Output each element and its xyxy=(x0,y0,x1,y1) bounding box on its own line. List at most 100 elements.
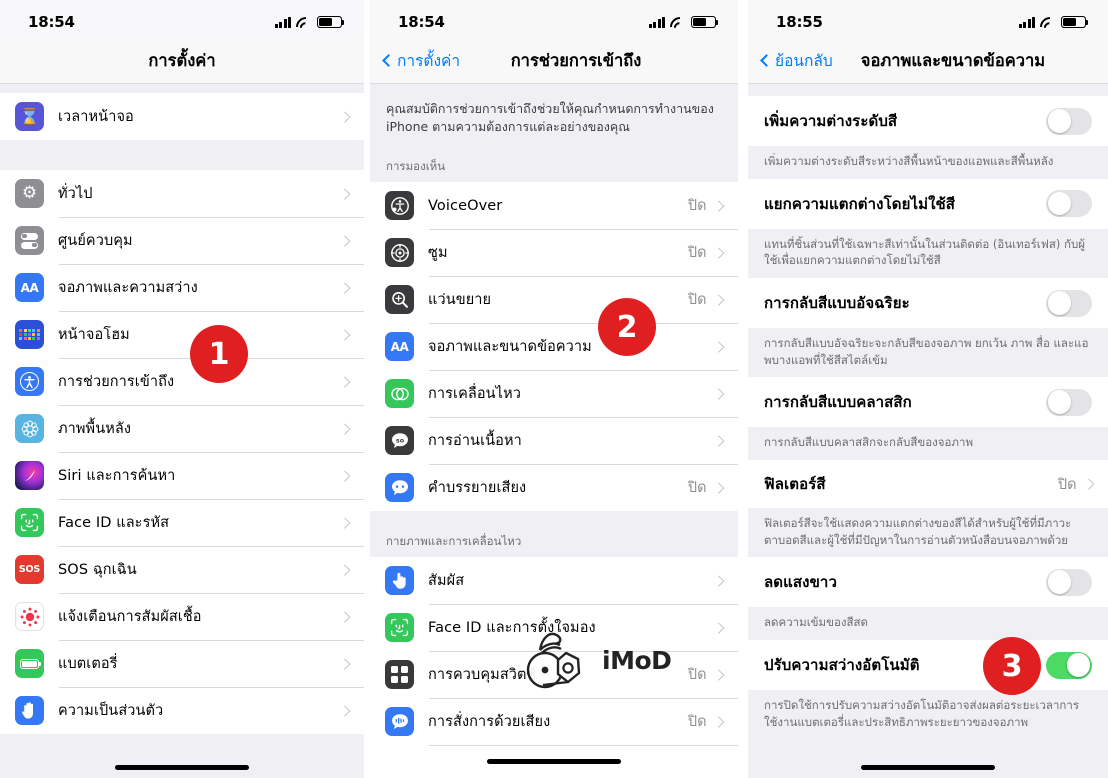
accessibility-icon xyxy=(15,367,44,396)
status-bar: 18:55 xyxy=(748,0,1108,38)
back-button[interactable]: การตั้งค่า xyxy=(382,48,461,73)
step-number: 1 xyxy=(208,336,230,372)
sidebar-item-battery[interactable]: แบตเตอรี่ xyxy=(0,640,364,687)
page-title: จอภาพและขนาดข้อความ xyxy=(860,50,1046,70)
sidebar-item-home-screen[interactable]: หน้าจอโฮม xyxy=(0,311,364,358)
setting-row-classic-invert[interactable]: การกลับสีแบบคลาสสิก xyxy=(748,377,1108,428)
battery-icon xyxy=(1061,16,1089,28)
status-time: 18:54 xyxy=(398,13,445,31)
setting-row-smart-invert[interactable]: การกลับสีแบบอัจฉริยะ xyxy=(748,278,1108,329)
row-value: ปิด xyxy=(687,198,707,215)
home-indicator[interactable] xyxy=(487,759,621,764)
row-value: ปิด xyxy=(687,245,707,262)
home-indicator[interactable] xyxy=(115,765,249,770)
nav-bar: ย้อนกลับ จอภาพและขนาดข้อความ xyxy=(748,38,1108,84)
audio-description-icon xyxy=(385,473,414,503)
row-label: ซูม xyxy=(428,245,448,262)
control-center-icon xyxy=(15,226,44,255)
list-item-zoom[interactable]: ซูม ปิด xyxy=(370,229,738,277)
sos-icon: SOS xyxy=(15,555,44,584)
sidebar-item-general[interactable]: ⚙ ทั่วไป xyxy=(0,170,364,217)
nav-bar: การตั้งค่า xyxy=(0,38,364,84)
setting-row-increase-contrast[interactable]: เพิ่มความต่างระดับสี xyxy=(748,96,1108,146)
spoken-content-icon: so xyxy=(385,426,414,456)
row-label: เพิ่มความต่างระดับสี xyxy=(764,112,898,130)
battery-icon xyxy=(317,16,345,28)
sidebar-item-siri-search[interactable]: Siri และการค้นหา xyxy=(0,452,364,499)
list-item-magnifier[interactable]: แว่นขยาย ปิด xyxy=(370,276,738,324)
sidebar-item-screen-time[interactable]: ⌛ เวลาหน้าจอ xyxy=(0,93,364,140)
voiceover-icon xyxy=(385,191,414,221)
sidebar-item-exposure-notifications[interactable]: แจ้งเตือนการสัมผัสเชื้อ xyxy=(0,593,364,640)
sidebar-item-emergency-sos[interactable]: SOS SOS ฉุกเฉิน xyxy=(0,546,364,593)
sidebar-item-wallpaper[interactable]: ภาพพื้นหลัง xyxy=(0,405,364,452)
list-item-voice-control[interactable]: การสั่งการด้วยเสียง ปิด xyxy=(370,698,738,746)
chevron-right-icon xyxy=(338,517,350,528)
sidebar-item-accessibility[interactable]: การช่วยการเข้าถึง xyxy=(0,358,364,405)
chevron-right-icon xyxy=(338,329,350,340)
toggle-classic-invert[interactable] xyxy=(1046,388,1092,416)
chevron-right-icon xyxy=(712,669,724,681)
home-indicator-area xyxy=(0,750,364,778)
section-vision: VoiceOver ปิด ซูม ปิด แว่นขยาย ปิด AA จอ… xyxy=(370,182,738,512)
back-button-label: การตั้งค่า xyxy=(397,52,461,70)
chevron-right-icon xyxy=(712,482,724,494)
sidebar-item-display-brightness[interactable]: AA จอภาพและความสว่าง xyxy=(0,264,364,311)
chevron-right-icon xyxy=(712,341,724,353)
siri-icon xyxy=(15,461,44,490)
row-label: เวลาหน้าจอ xyxy=(58,109,134,125)
list-item-voiceover[interactable]: VoiceOver ปิด xyxy=(370,182,738,230)
hourglass-icon: ⌛ xyxy=(15,102,44,131)
phone-panel-display-text-size: 18:55 ย้อนกลับ จอภาพและขนาดข้อความ เพิ่ม… xyxy=(748,0,1108,778)
battery-settings-icon xyxy=(15,649,44,678)
status-bar: 18:54 xyxy=(370,0,738,38)
row-label: แจ้งเตือนการสัมผัสเชื้อ xyxy=(58,609,202,625)
cellular-signal-icon xyxy=(648,16,665,28)
list-item-spoken-content[interactable]: so การอ่านเนื้อหา xyxy=(370,417,738,465)
list-item-motion[interactable]: การเคลื่อนไหว xyxy=(370,370,738,418)
home-indicator-area xyxy=(370,750,738,778)
list-item-touch[interactable]: สัมผัส xyxy=(370,557,738,605)
toggle-auto-brightness[interactable] xyxy=(1046,651,1092,679)
sidebar-item-face-id-passcode[interactable]: Face ID และรหัส xyxy=(0,499,364,546)
sidebar-item-privacy[interactable]: ความเป็นส่วนตัว xyxy=(0,687,364,734)
setting-row-auto-brightness[interactable]: ปรับความสว่างอัตโนมัติ xyxy=(748,640,1108,691)
sidebar-item-control-center[interactable]: ศูนย์ควบคุม xyxy=(0,217,364,264)
back-button[interactable]: ย้อนกลับ xyxy=(760,48,833,73)
setting-row-color-filters[interactable]: ฟิลเตอร์สี ปิด xyxy=(748,460,1108,509)
home-indicator[interactable] xyxy=(861,765,995,770)
setting-note: แทนที่ชิ้นส่วนที่ใช้เฉพาะสีเท่านั้นในส่ว… xyxy=(748,228,1108,279)
chevron-right-icon xyxy=(712,294,724,306)
row-value: ปิด xyxy=(1057,476,1077,493)
privacy-hand-icon xyxy=(15,696,44,725)
home-screen-icon xyxy=(15,320,44,349)
chevron-right-icon xyxy=(338,111,350,122)
setting-row-reduce-white-point[interactable]: ลดแสงขาว xyxy=(748,557,1108,608)
settings-list[interactable]: ⌛ เวลาหน้าจอ ⚙ ทั่วไป ศูนย์ควบคุม AA จอภ… xyxy=(0,84,364,778)
chevron-right-icon xyxy=(338,658,350,669)
toggle-increase-contrast[interactable] xyxy=(1046,107,1092,135)
app-grid-dots xyxy=(19,328,40,341)
imod-watermark: iMoD xyxy=(518,622,672,698)
setting-note: ฟิลเตอร์สีจะใช้แสดงความแตกต่างของสีได้สำ… xyxy=(748,508,1108,558)
list-item-audio-description[interactable]: คำบรรยายเสียง ปิด xyxy=(370,464,738,512)
list-item-display-text-size[interactable]: AA จอภาพและขนาดข้อความ xyxy=(370,323,738,371)
chevron-right-icon xyxy=(338,282,350,293)
toggle-differentiate-without-color[interactable] xyxy=(1046,190,1092,218)
row-label: ความเป็นส่วนตัว xyxy=(58,703,164,719)
setting-row-differentiate-without-color[interactable]: แยกความแตกต่างโดยไม่ใช้สี xyxy=(748,178,1108,229)
chevron-right-icon xyxy=(338,188,350,199)
list-spacer xyxy=(0,84,364,93)
display-brightness-icon: AA xyxy=(15,273,44,302)
chevron-right-icon xyxy=(338,705,350,716)
row-label: Siri และการค้นหา xyxy=(58,468,176,484)
toggle-knob xyxy=(1047,191,1072,216)
toggle-reduce-white-point[interactable] xyxy=(1046,568,1092,596)
chevron-right-icon xyxy=(712,200,724,212)
toggle-smart-invert[interactable] xyxy=(1046,289,1092,317)
display-text-size-list[interactable]: เพิ่มความต่างระดับสี เพิ่มความต่างระดับส… xyxy=(748,84,1108,778)
chevron-right-icon xyxy=(712,247,724,259)
row-label: ฟิลเตอร์สี xyxy=(764,475,826,494)
row-label: จอภาพและความสว่าง xyxy=(58,280,198,296)
row-label: ทั่วไป xyxy=(58,186,93,202)
